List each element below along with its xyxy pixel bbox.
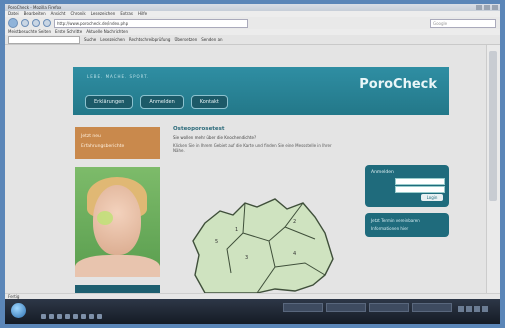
photo-shoulder [75,255,160,277]
quicklaunch-icon-7[interactable] [89,314,94,319]
minimize-button[interactable] [476,5,482,10]
task-button-2[interactable] [326,303,366,312]
login-button[interactable]: Login [421,194,443,201]
menu-view[interactable]: Ansicht [51,11,66,17]
quicklaunch-icon-3[interactable] [57,314,62,319]
home-button[interactable] [43,19,51,27]
taskbar [5,299,500,324]
forward-button[interactable] [21,19,29,27]
browser-viewport: LEBE. MACHE. SPORT. PoroCheck Erklärunge… [5,45,500,293]
map-label-3: 3 [245,255,248,261]
scrollbar-thumb[interactable] [489,51,497,201]
browser-titlebar: PoroCheck - Mozilla Firefox [5,4,500,11]
map-label-4: 4 [293,251,296,257]
window-controls [476,5,500,10]
back-button[interactable] [8,18,18,28]
window-title: PoroCheck - Mozilla Firefox [8,5,62,10]
quicklaunch-icon-4[interactable] [65,314,70,319]
toolbar-translate[interactable]: Übersetzen [174,37,197,42]
username-field[interactable] [395,178,445,185]
bookmark-getting-started[interactable]: Erste Schritte [55,29,82,35]
nav-contact[interactable]: Kontakt [190,95,228,109]
quicklaunch-icon-2[interactable] [49,314,54,319]
task-button-3[interactable] [369,303,409,312]
photo-hand [97,211,113,225]
login-title: Anmelden [371,170,394,175]
start-button[interactable] [11,303,26,318]
quicklaunch-icon-8[interactable] [97,314,102,319]
menu-file[interactable]: Datei [8,11,19,17]
tray-icon-2[interactable] [466,306,472,312]
nav-register[interactable]: Anmelden [140,95,184,109]
address-bar[interactable]: http://www.porocheck.de/index.php [54,18,248,28]
site-logo[interactable]: PoroCheck [359,77,437,92]
tray-icon-3[interactable] [474,306,480,312]
map-label-5: 5 [215,239,218,245]
password-field[interactable] [395,186,445,193]
tray-icon-4[interactable] [482,306,488,312]
toolbar-spellcheck[interactable]: Rechtschreibprüfung [129,37,171,42]
promo-box[interactable]: Jetzt neu Erfahrungsberichte [75,127,160,159]
nav-explanations[interactable]: Erklärungen [85,95,134,109]
left-bottom-box [75,285,160,293]
region-map[interactable]: 1 2 3 4 5 [165,163,355,293]
system-tray [458,306,496,319]
menu-history[interactable]: Chronik [70,11,85,17]
bookmark-news[interactable]: Aktuelle Nachrichten [86,29,128,35]
toolbar-search[interactable]: Suche [84,37,96,42]
desktop-screen: PoroCheck - Mozilla Firefox Datei Bearbe… [5,4,500,324]
maximize-button[interactable] [484,5,490,10]
page-subtitle: Sie wollen mehr über die Knochendichte? [173,135,257,140]
info-line-1: Jetzt Termin vereinbaren [371,218,420,223]
search-toolbar: Suche Lesezeichen Rechtschreibprüfung Üb… [5,35,500,45]
site-header: LEBE. MACHE. SPORT. PoroCheck Erklärunge… [73,67,449,115]
quicklaunch-icon-5[interactable] [73,314,78,319]
site-navigation: Erklärungen Anmelden Kontakt [85,95,228,109]
toolbar-search-input[interactable] [8,35,80,44]
map-label-2: 2 [293,219,296,225]
navigation-toolbar: http://www.porocheck.de/index.php Google [5,17,500,29]
task-button-4[interactable] [412,303,452,312]
toolbar-bookmarks[interactable]: Lesezeichen [100,37,125,42]
login-box: Anmelden Login [365,165,449,207]
menu-tools[interactable]: Extras [120,11,133,17]
info-line-2: Informationen hier [371,226,409,231]
site-tagline: LEBE. MACHE. SPORT. [87,74,150,79]
toolbar-send[interactable]: Senden an [201,37,222,42]
woman-photo [75,167,160,277]
task-button-1[interactable] [283,303,323,312]
promo-line-1: Jetzt neu [81,134,101,139]
web-page: LEBE. MACHE. SPORT. PoroCheck Erklärunge… [5,45,487,293]
page-title: Osteoporosetest [173,126,225,132]
bookmark-most-visited[interactable]: Meistbesuchte Seiten [8,29,51,35]
menu-bookmarks[interactable]: Lesezeichen [91,11,116,17]
map-region-outline[interactable] [192,198,334,293]
info-box[interactable]: Jetzt Termin vereinbaren Informationen h… [365,213,449,237]
search-input[interactable]: Google [430,18,496,28]
promo-line-2: Erfahrungsberichte [81,144,125,149]
quicklaunch-icons [41,314,102,319]
close-button[interactable] [492,5,498,10]
map-label-1: 1 [235,227,238,233]
menu-edit[interactable]: Bearbeiten [24,11,46,17]
tray-icon-1[interactable] [458,306,464,312]
page-body-text: Klicken Sie in Ihrem Gebiet auf die Kart… [173,143,332,153]
quicklaunch-icon-1[interactable] [41,314,46,319]
taskbar-tasks [283,303,452,312]
reload-button[interactable] [32,19,40,27]
page-scrollbar[interactable] [486,45,500,293]
quicklaunch-icon-6[interactable] [81,314,86,319]
menu-help[interactable]: Hilfe [138,11,147,17]
